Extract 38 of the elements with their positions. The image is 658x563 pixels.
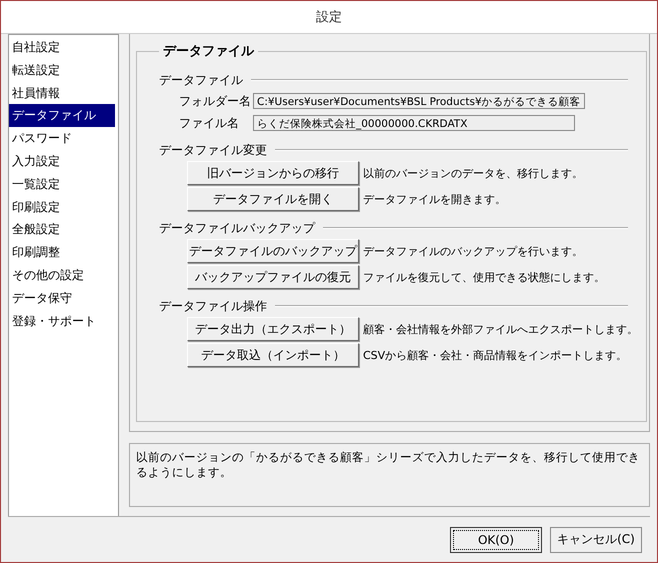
- field-label: フォルダー名: [179, 92, 252, 110]
- action-button[interactable]: データ出力（エクスポート）: [187, 317, 359, 341]
- action-button[interactable]: バックアップファイルの復元: [187, 265, 359, 289]
- sidebar-item[interactable]: その他の設定: [9, 264, 118, 287]
- sidebar-item[interactable]: データ保守: [9, 286, 118, 310]
- action-button[interactable]: 旧バージョンからの移行: [187, 161, 359, 185]
- description-text: 以前のバージョンの「かるがるできる顧客」シリーズで入力したデータを、移行して使用できるようにします。: [136, 450, 640, 479]
- sidebar-item[interactable]: パスワード: [9, 127, 118, 150]
- action-description: CSVから顧客・会社・商品情報をインポートします。: [363, 348, 628, 362]
- section-title: データファイル: [159, 72, 243, 88]
- path-field[interactable]: C:¥Users¥user¥Documents¥BSL Products¥かるがるできる顧客: [253, 93, 585, 109]
- dialog-button[interactable]: キャンセル(C): [550, 526, 642, 552]
- section-title: データファイル変更: [159, 142, 267, 158]
- action-button[interactable]: データ取込（インポート）: [187, 343, 359, 367]
- sidebar-item[interactable]: 入力設定: [9, 150, 118, 173]
- field-label: ファイル名: [179, 114, 240, 132]
- sidebar-item[interactable]: 一覧設定: [9, 172, 118, 196]
- action-description: データファイルを開きます。: [363, 192, 506, 206]
- action-description: データファイルのバックアップを行います。: [363, 244, 583, 258]
- sidebar-item[interactable]: 社員情報: [9, 82, 118, 104]
- action-button[interactable]: データファイルのバックアップ: [187, 239, 359, 263]
- panel-title: データファイル: [162, 43, 256, 60]
- dialog-button[interactable]: OK(O): [450, 526, 542, 552]
- path-field[interactable]: らくだ保険株式会社_00000000.CKRDATX: [253, 115, 575, 131]
- action-button[interactable]: データファイルを開く: [187, 187, 359, 211]
- window-title: 設定: [316, 9, 342, 26]
- sidebar-item[interactable]: 全般設定: [9, 218, 118, 242]
- sidebar-item[interactable]: 印刷調整: [9, 241, 118, 264]
- sidebar-item[interactable]: 登録・サポート: [9, 310, 118, 332]
- action-description: ファイルを復元して、使用できる状態にします。: [363, 270, 605, 284]
- action-description: 顧客・会社情報を外部ファイルへエクスポートします。: [363, 322, 638, 336]
- sidebar-item[interactable]: 自社設定: [9, 36, 118, 59]
- sidebar-item[interactable]: 印刷設定: [9, 196, 118, 218]
- section-title: データファイルバックアップ: [159, 220, 315, 236]
- sidebar-item[interactable]: 転送設定: [9, 58, 118, 82]
- sidebar-item[interactable]: データファイル: [9, 104, 115, 128]
- action-description: 以前のバージョンのデータを、移行します。: [363, 166, 583, 180]
- section-title: データファイル操作: [159, 298, 267, 314]
